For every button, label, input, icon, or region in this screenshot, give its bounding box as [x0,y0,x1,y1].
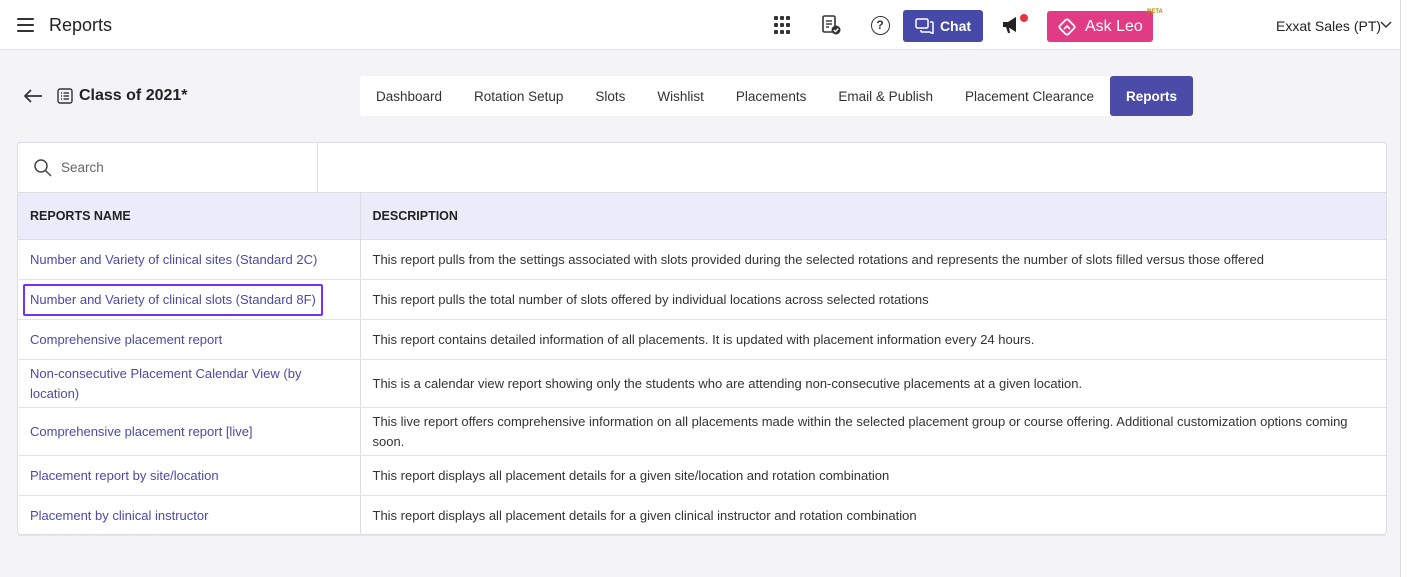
help-icon[interactable]: ? [869,14,891,36]
user-menu[interactable]: Exxat Sales (PT) [1276,18,1381,34]
search-box [18,143,318,192]
report-link[interactable]: Placement by clinical instructor [30,508,208,523]
tab-reports[interactable]: Reports [1110,76,1194,116]
table-row: Comprehensive placement report [live] Th… [18,407,1386,456]
report-description: This report contains detailed informatio… [360,319,1386,360]
chevron-down-icon[interactable] [1380,19,1392,31]
reports-table: REPORTS NAME DESCRIPTION Number and Vari… [18,192,1386,536]
report-description: This report pulls from the settings asso… [360,239,1386,280]
ask-leo-button[interactable]: Ask Leo [1047,11,1153,42]
report-description: This report displays all placement detai… [360,495,1386,536]
report-link[interactable]: Placement report by site/location [30,468,219,483]
column-header-name: REPORTS NAME [18,192,361,240]
list-icon [57,88,73,104]
tab-rotation-setup[interactable]: Rotation Setup [458,76,579,116]
ask-leo-label: Ask Leo [1085,17,1143,35]
report-link[interactable]: Comprehensive placement report [30,332,222,347]
search-input[interactable] [61,160,291,175]
beta-badge: BETA [1147,9,1163,15]
column-header-description: DESCRIPTION [360,192,1386,240]
tab-dashboard[interactable]: Dashboard [360,76,458,116]
report-description: This is a calendar view report showing o… [360,359,1386,408]
table-row: Placement report by site/location This r… [18,455,1386,496]
tab-placement-clearance[interactable]: Placement Clearance [949,76,1110,116]
report-description: This live report offers comprehensive in… [360,407,1386,456]
tab-wishlist[interactable]: Wishlist [641,76,720,116]
tab-placements[interactable]: Placements [720,76,823,116]
page-title: Reports [49,15,113,35]
chat-label: Chat [939,18,972,34]
report-link[interactable]: Comprehensive placement report [live] [30,424,253,439]
apps-grid-icon[interactable] [773,14,791,36]
menu-icon[interactable] [17,18,34,32]
table-row: Number and Variety of clinical sites (St… [18,239,1386,280]
table-row: Placement by clinical instructor This re… [18,495,1386,536]
search-icon [34,158,52,177]
tab-email-publish[interactable]: Email & Publish [822,76,949,116]
report-link[interactable]: Non-consecutive Placement Calendar View … [30,366,301,401]
report-description: This report displays all placement detai… [360,455,1386,496]
clipboard-check-icon[interactable] [820,14,842,36]
class-title: Class of 2021* [79,87,188,104]
back-arrow-icon[interactable] [22,86,44,106]
window-edge [1400,0,1407,577]
tab-slots[interactable]: Slots [579,76,641,116]
nav-tabs: Dashboard Rotation Setup Slots Wishlist … [360,76,1194,116]
leo-icon [1058,17,1076,36]
table-row: Non-consecutive Placement Calendar View … [18,359,1386,408]
reports-panel: REPORTS NAME DESCRIPTION Number and Vari… [17,142,1387,536]
table-row: Number and Variety of clinical slots (St… [18,279,1386,320]
report-link[interactable]: Number and Variety of clinical sites (St… [30,252,317,267]
notification-dot [1020,14,1028,22]
chat-button[interactable]: Chat [903,10,983,42]
report-description: This report pulls the total number of sl… [360,279,1386,320]
top-bar: Reports ? Chat Ask Leo BETA Exxat Sales … [0,0,1407,50]
table-row: Comprehensive placement report This repo… [18,319,1386,360]
report-link[interactable]: Number and Variety of clinical slots (St… [23,283,323,316]
chat-icon [915,18,934,34]
